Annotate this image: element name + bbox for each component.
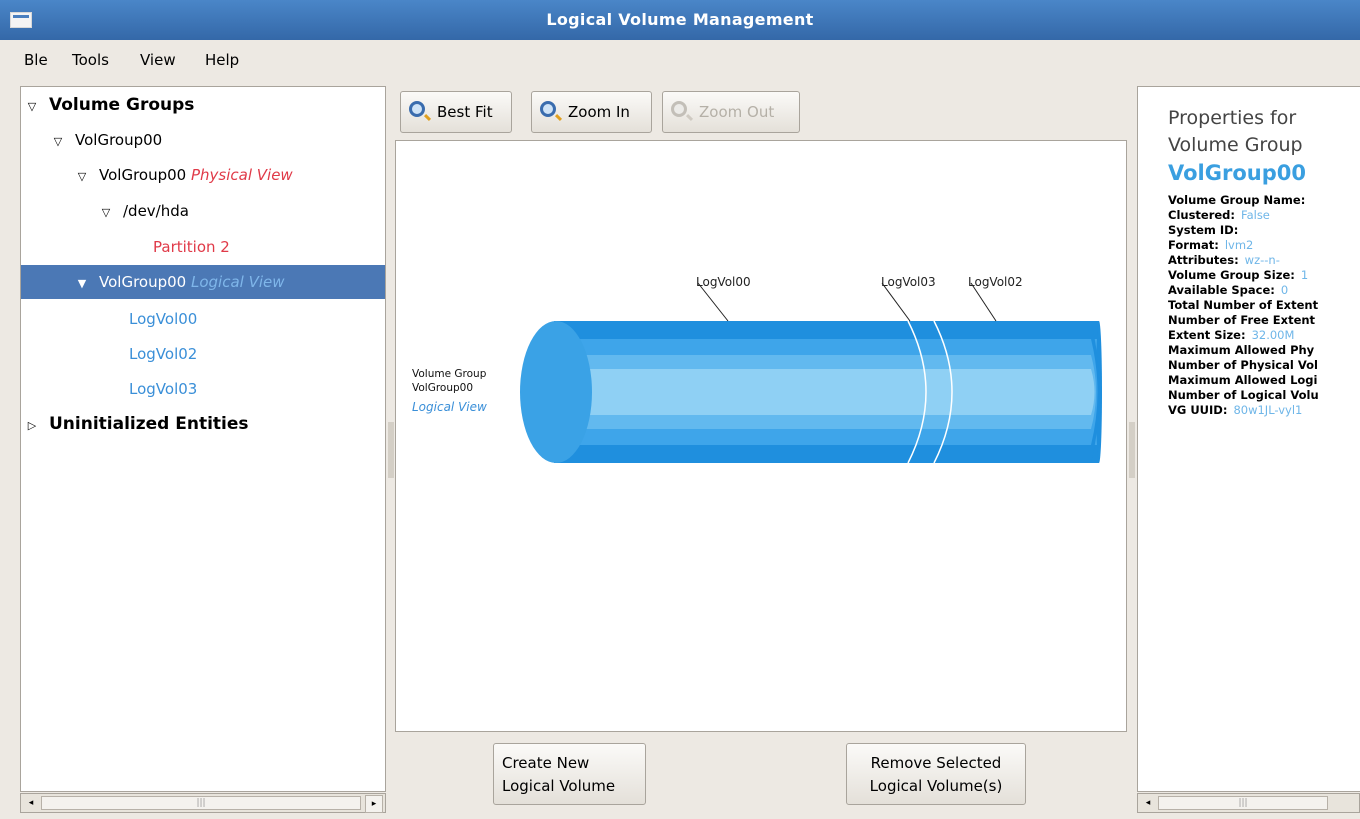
property-row: Available Space: 0 xyxy=(1168,283,1289,297)
property-row: Clustered: False xyxy=(1168,208,1270,222)
scrollbar-thumb[interactable]: ||| xyxy=(41,796,361,810)
property-row: Attributes: wz--n- xyxy=(1168,253,1280,267)
tree-vg-logical-view[interactable]: ▼ VolGroup00 Logical View xyxy=(21,265,385,299)
expanded-triangle-icon[interactable]: ▽ xyxy=(101,196,111,230)
diagram-view-label: Logical View xyxy=(412,400,487,414)
zoom-out-button[interactable]: Zoom Out xyxy=(662,91,800,133)
property-row: Number of Free Extent xyxy=(1168,313,1316,327)
expanded-triangle-icon[interactable]: ▽ xyxy=(27,90,37,124)
collapsed-triangle-icon[interactable]: ▷ xyxy=(27,409,37,443)
properties-horizontal-scrollbar[interactable]: ◂ ||| xyxy=(1137,793,1360,813)
scroll-left-icon[interactable]: ◂ xyxy=(1140,795,1156,811)
magnifier-icon xyxy=(409,101,425,117)
menu-file[interactable]: Ble xyxy=(24,51,48,69)
physical-view-label: Physical View xyxy=(190,166,293,184)
property-row: Total Number of Extent xyxy=(1168,298,1319,312)
volume-tree[interactable]: ▽ Volume Groups ▽ VolGroup00 ▽ VolGroup00 P… xyxy=(20,86,386,792)
diagram-vg-label: Volume Group xyxy=(412,368,487,380)
menu-view[interactable]: View xyxy=(140,51,176,69)
window-title: Logical Volume Management xyxy=(546,10,814,29)
lv-label-logvol03[interactable]: LogVol03 xyxy=(881,275,936,289)
pane-divider-handle[interactable] xyxy=(388,422,394,478)
properties-vg-name: VolGroup00 xyxy=(1168,161,1306,185)
zoom-out-icon xyxy=(671,101,687,117)
tree-lv-logvol00[interactable]: LogVol00 xyxy=(129,302,385,336)
property-row: System ID: xyxy=(1168,223,1239,237)
property-row: Maximum Allowed Logi xyxy=(1168,373,1318,387)
zoom-in-icon xyxy=(540,101,556,117)
property-row: Maximum Allowed Phy xyxy=(1168,343,1315,357)
menu-tools[interactable]: Tools xyxy=(72,51,109,69)
tree-uninitialized[interactable]: ▷ Uninitialized Entities xyxy=(27,407,385,443)
property-row: Volume Group Name: xyxy=(1168,193,1306,207)
scroll-right-icon[interactable]: ▸ xyxy=(365,795,383,813)
property-row: Format: lvm2 xyxy=(1168,238,1254,252)
expanded-triangle-icon[interactable]: ▽ xyxy=(53,125,63,159)
property-row: Extent Size: 32.00M xyxy=(1168,328,1295,342)
menu-help[interactable]: Help xyxy=(205,51,239,69)
cylinder-highlight xyxy=(554,369,1099,415)
title-bar[interactable]: Logical Volume Management xyxy=(0,0,1360,40)
diagram-vg-name: VolGroup00 xyxy=(412,382,473,394)
tree-lv-logvol03[interactable]: LogVol03 xyxy=(129,372,385,406)
tree-vg-physical-view[interactable]: ▽ VolGroup00 Physical View xyxy=(77,158,385,194)
zoom-in-button[interactable]: Zoom In xyxy=(531,91,652,133)
remove-logical-volume-button[interactable]: Remove Selected Logical Volume(s) xyxy=(846,743,1026,805)
tree-horizontal-scrollbar[interactable]: ◂ ||| ▸ xyxy=(20,793,386,813)
tree-device[interactable]: ▽/dev/hda xyxy=(101,194,385,230)
menu-bar: Ble Tools View Help xyxy=(0,44,1360,76)
logical-view-label: Logical View xyxy=(190,273,285,291)
logical-volume-diagram: LogVol00 LogVol03 LogVol02 Volume Group … xyxy=(412,275,1102,464)
expanded-triangle-icon[interactable]: ▽ xyxy=(77,160,87,194)
properties-heading-line1: Properties for xyxy=(1168,107,1297,129)
lv-label-logvol00[interactable]: LogVol00 xyxy=(696,275,751,289)
create-logical-volume-button[interactable]: Create New Logical Volume xyxy=(493,743,646,805)
scrollbar-thumb[interactable]: ||| xyxy=(1158,796,1328,810)
property-row: Number of Physical Vol xyxy=(1168,358,1318,372)
expanded-triangle-icon[interactable]: ▼ xyxy=(77,267,87,301)
properties-panel: Properties for Volume Group VolGroup00 V… xyxy=(1137,86,1360,792)
diagram-canvas[interactable]: LogVol00 LogVol03 LogVol02 Volume Group … xyxy=(395,140,1127,732)
tree-partition[interactable]: Partition 2 xyxy=(153,230,385,264)
lv-label-logvol02[interactable]: LogVol02 xyxy=(968,275,1023,289)
tree-volume-groups[interactable]: ▽ Volume Groups xyxy=(27,88,385,124)
scroll-left-icon[interactable]: ◂ xyxy=(23,795,39,811)
property-row: VG UUID: 80w1JL-vyl1 xyxy=(1168,403,1303,417)
best-fit-button[interactable]: Best Fit xyxy=(400,91,512,133)
properties-heading-line2: Volume Group xyxy=(1168,134,1303,156)
cylinder-front-cap xyxy=(520,321,592,463)
tree-vg[interactable]: ▽ VolGroup00 xyxy=(53,123,385,159)
property-row: Number of Logical Volu xyxy=(1168,388,1319,402)
property-row: Volume Group Size: 1 xyxy=(1168,268,1309,282)
pane-divider-handle[interactable] xyxy=(1129,422,1135,478)
tree-lv-logvol02[interactable]: LogVol02 xyxy=(129,337,385,371)
properties-list: Volume Group Name: Clustered: False Syste… xyxy=(1168,193,1360,418)
